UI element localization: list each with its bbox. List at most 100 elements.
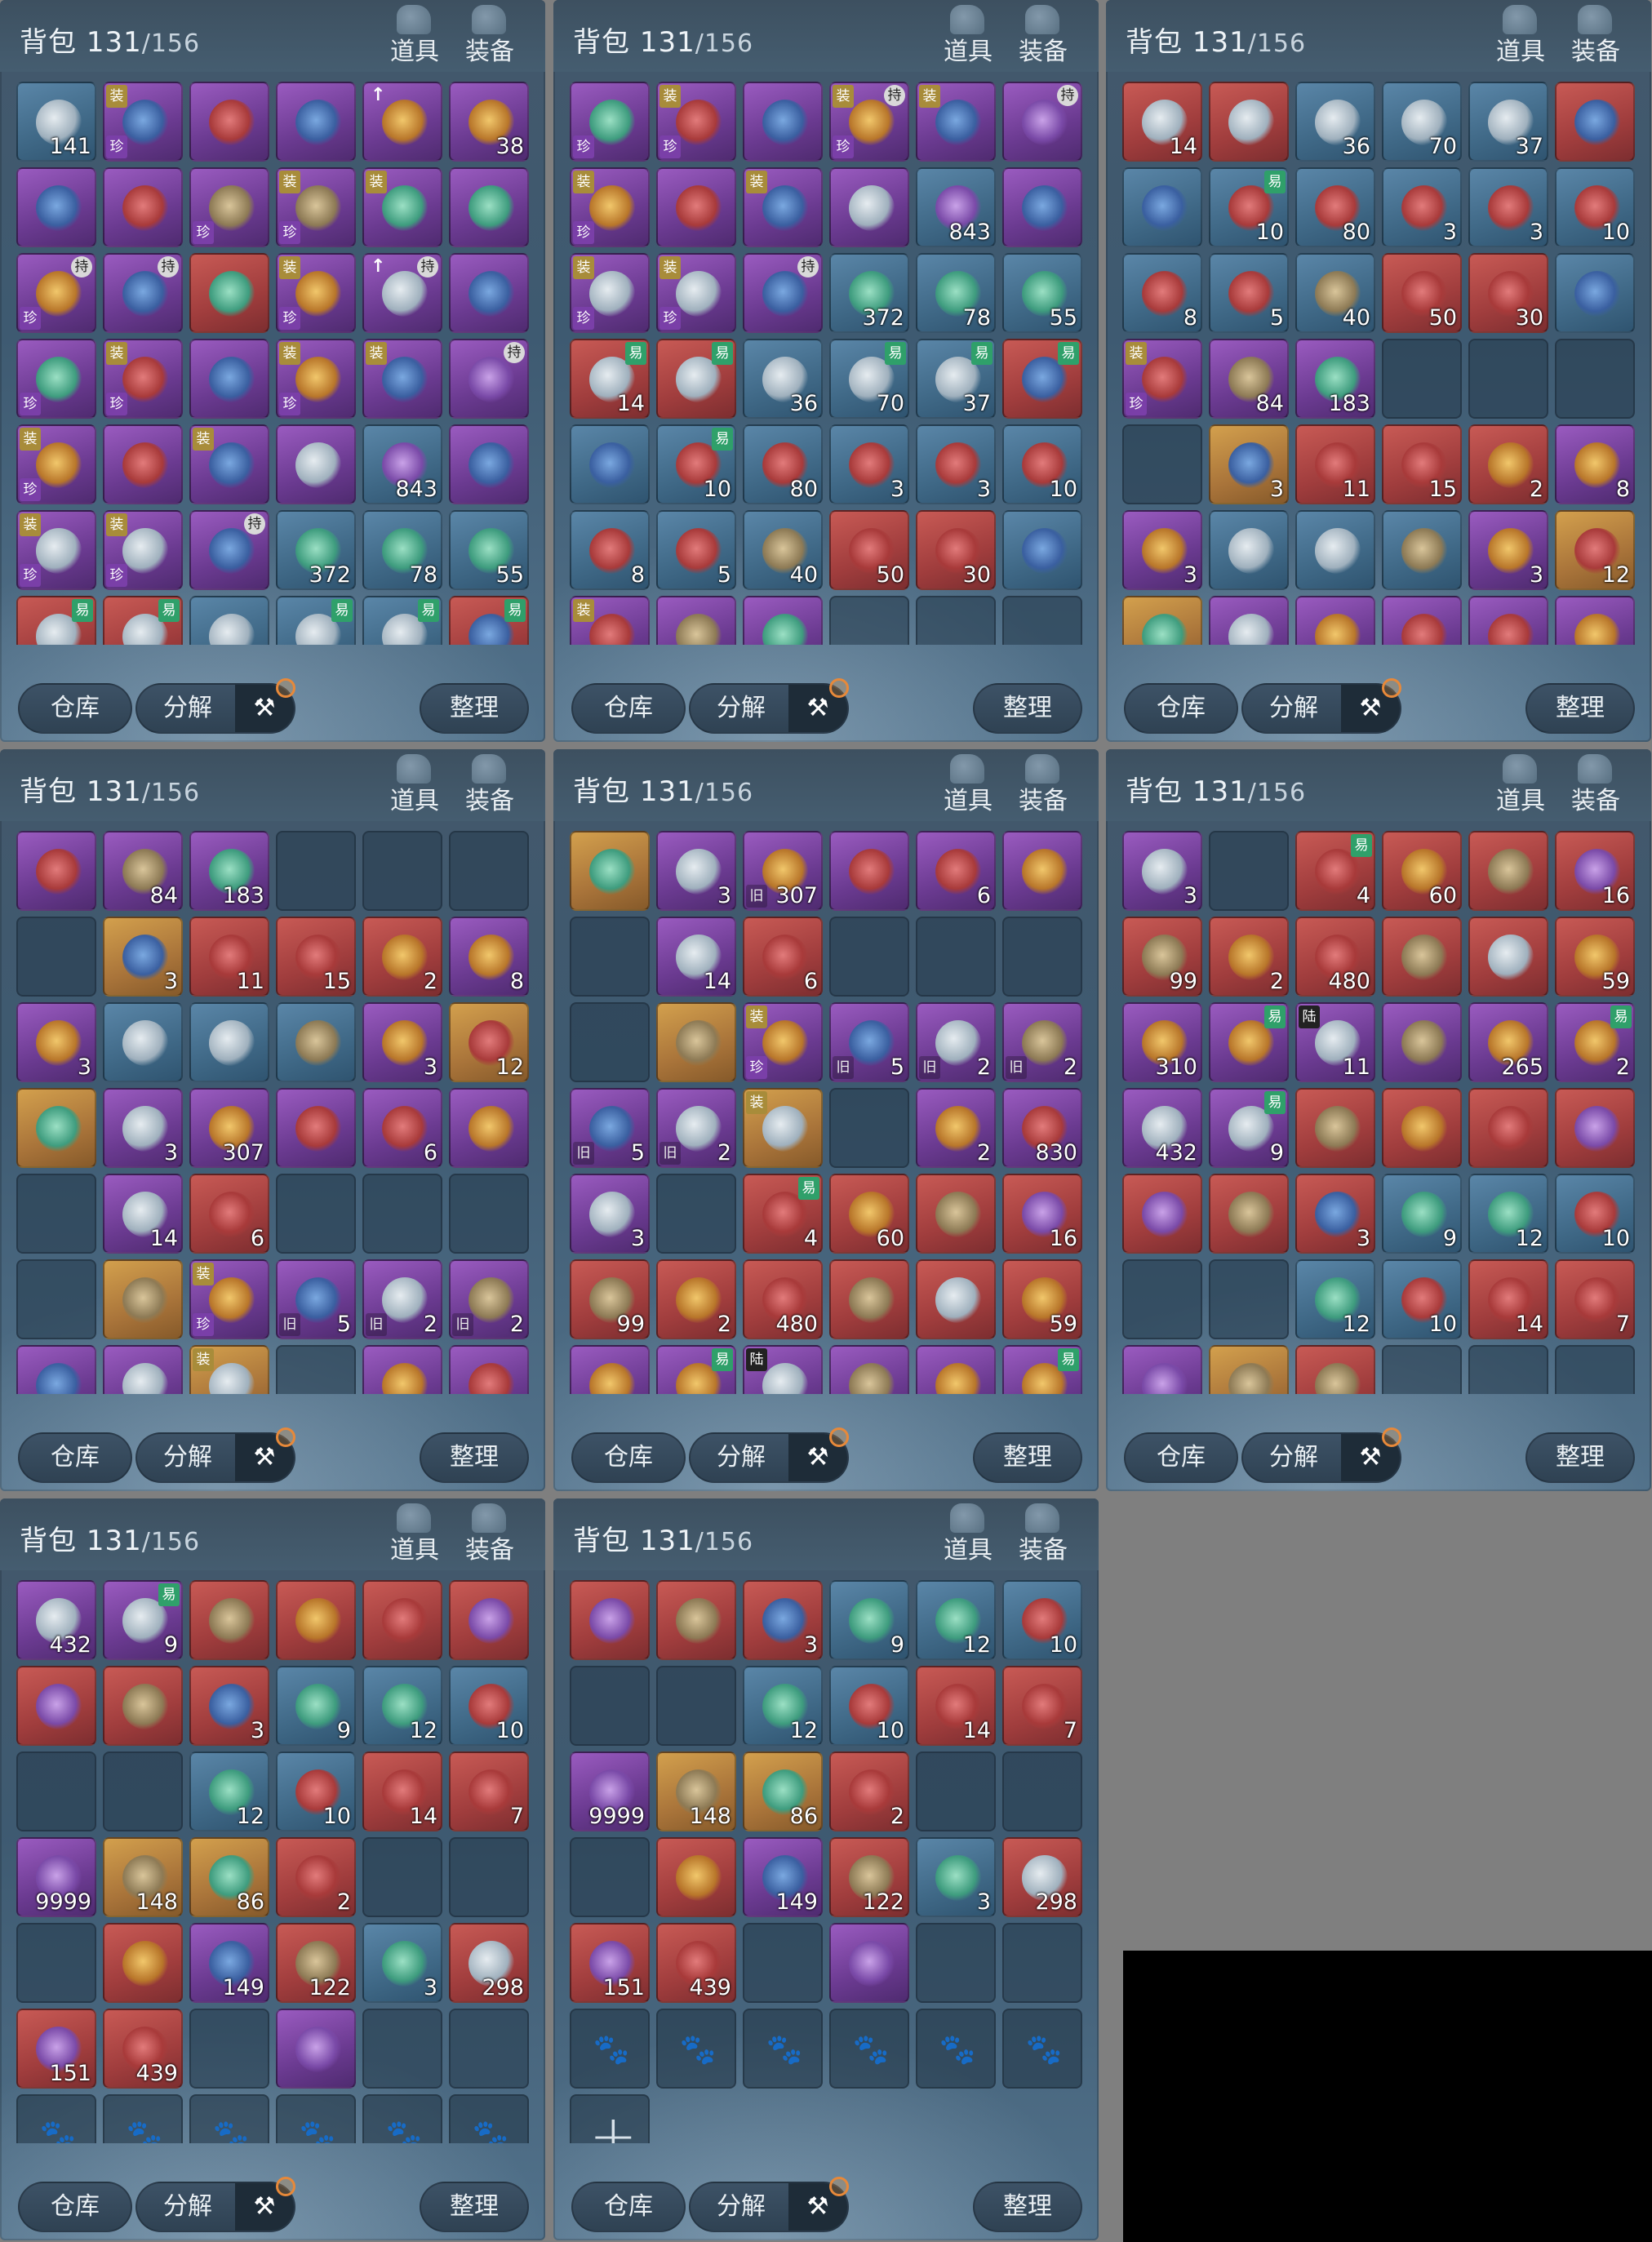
empty-slot[interactable] bbox=[570, 1002, 650, 1082]
item-slot[interactable] bbox=[1002, 167, 1082, 247]
item-slot[interactable] bbox=[103, 424, 183, 504]
empty-slot[interactable] bbox=[1002, 596, 1082, 645]
item-slot[interactable]: 307 bbox=[1295, 596, 1375, 645]
empty-slot[interactable] bbox=[570, 1837, 650, 1917]
item-slot[interactable]: 38 bbox=[449, 82, 529, 162]
item-slot[interactable]: 16 bbox=[1555, 831, 1635, 911]
item-slot[interactable]: 99 bbox=[1122, 917, 1202, 997]
item-slot[interactable] bbox=[1209, 510, 1289, 590]
item-slot[interactable]: 11 bbox=[189, 917, 269, 997]
locked-slot[interactable]: 🐾 bbox=[449, 2094, 529, 2143]
decompose-button[interactable]: 分解 ⚒ bbox=[689, 678, 849, 734]
item-slot[interactable] bbox=[16, 1088, 96, 1168]
empty-slot[interactable] bbox=[362, 1837, 442, 1917]
item-slot[interactable] bbox=[1209, 82, 1289, 162]
item-slot[interactable]: 珍持 bbox=[16, 253, 96, 333]
item-slot[interactable] bbox=[829, 1345, 909, 1394]
item-slot[interactable]: 80 bbox=[1295, 167, 1375, 247]
item-slot[interactable] bbox=[656, 167, 736, 247]
item-slot[interactable]: 旧5 bbox=[829, 1002, 909, 1082]
tab-equipment[interactable]: 装备 bbox=[1571, 754, 1620, 816]
item-slot[interactable]: 装珍 bbox=[570, 167, 650, 247]
item-slot[interactable] bbox=[1382, 596, 1462, 645]
item-slot[interactable]: 7 bbox=[1555, 1259, 1635, 1339]
item-slot[interactable]: 装 bbox=[362, 339, 442, 419]
item-slot[interactable]: 10 bbox=[1002, 1580, 1082, 1660]
tab-equipment[interactable]: 装备 bbox=[1019, 754, 1068, 816]
item-slot[interactable]: 易 bbox=[656, 339, 736, 419]
item-slot[interactable]: 14 bbox=[1468, 1259, 1548, 1339]
locked-slot[interactable]: 🐾 bbox=[103, 2094, 183, 2143]
item-slot[interactable] bbox=[1555, 82, 1635, 162]
item-slot[interactable] bbox=[189, 596, 269, 645]
item-slot[interactable]: 旧2 bbox=[449, 1259, 529, 1339]
item-slot[interactable]: 151 bbox=[570, 1923, 650, 2003]
item-slot[interactable]: 珍 bbox=[570, 82, 650, 162]
item-slot[interactable]: 310 bbox=[570, 1345, 650, 1394]
item-slot[interactable]: 50 bbox=[829, 510, 909, 590]
tab-items[interactable]: 道具 bbox=[944, 5, 993, 67]
item-slot[interactable]: 3 bbox=[743, 1580, 823, 1660]
empty-slot[interactable] bbox=[570, 1666, 650, 1746]
item-slot[interactable]: 7 bbox=[1002, 1666, 1082, 1746]
tab-items[interactable]: 道具 bbox=[390, 1503, 439, 1565]
locked-slot[interactable]: 🐾 bbox=[656, 2009, 736, 2089]
item-slot[interactable]: 旧2 bbox=[656, 1088, 736, 1168]
item-slot[interactable]: 480 bbox=[1295, 917, 1375, 997]
empty-slot[interactable] bbox=[1382, 339, 1462, 419]
item-slot[interactable]: 2 bbox=[276, 1837, 356, 1917]
item-slot[interactable]: 易 bbox=[1209, 1002, 1289, 1082]
item-slot[interactable]: 10 bbox=[276, 1751, 356, 1831]
sort-button[interactable]: 整理 bbox=[973, 1432, 1082, 1483]
item-slot[interactable]: 装珍 bbox=[103, 510, 183, 590]
item-slot[interactable]: 843 bbox=[916, 167, 996, 247]
item-slot[interactable]: 30 bbox=[1468, 253, 1548, 333]
item-slot[interactable]: 装 bbox=[743, 1088, 823, 1168]
item-slot[interactable]: 旧2 bbox=[916, 1002, 996, 1082]
tab-items[interactable]: 道具 bbox=[944, 754, 993, 816]
item-slot[interactable] bbox=[276, 1002, 356, 1082]
tab-items[interactable]: 道具 bbox=[1496, 754, 1545, 816]
item-slot[interactable]: 易 70 bbox=[829, 339, 909, 419]
item-slot[interactable]: 298 bbox=[449, 1923, 529, 2003]
locked-slot[interactable]: 🐾 bbox=[189, 2094, 269, 2143]
item-slot[interactable] bbox=[103, 1002, 183, 1082]
empty-slot[interactable] bbox=[449, 2009, 529, 2089]
item-slot[interactable] bbox=[743, 82, 823, 162]
item-slot[interactable]: 3 bbox=[1122, 510, 1202, 590]
warehouse-button[interactable]: 仓库 bbox=[571, 1432, 686, 1483]
item-slot[interactable]: 旧5 bbox=[276, 1259, 356, 1339]
item-slot[interactable] bbox=[1122, 1345, 1202, 1394]
tab-items[interactable]: 道具 bbox=[1496, 5, 1545, 67]
item-slot[interactable]: 易 bbox=[16, 596, 96, 645]
tab-equipment[interactable]: 装备 bbox=[465, 1503, 514, 1565]
item-slot[interactable]: 易4 bbox=[1295, 831, 1375, 911]
item-slot[interactable]: 148 bbox=[103, 1837, 183, 1917]
item-slot[interactable]: 3 bbox=[362, 1923, 442, 2003]
item-slot[interactable] bbox=[16, 167, 96, 247]
item-slot[interactable]: 易4 bbox=[743, 1174, 823, 1254]
empty-slot[interactable] bbox=[449, 831, 529, 911]
item-slot[interactable]: 装珍 bbox=[189, 1259, 269, 1339]
item-slot[interactable]: 10 bbox=[449, 1666, 529, 1746]
tab-equipment[interactable]: 装备 bbox=[1019, 5, 1068, 67]
item-slot[interactable] bbox=[1382, 510, 1462, 590]
expand-slot-plus-icon[interactable]: + bbox=[589, 2102, 637, 2143]
decompose-button[interactable]: 分解 ⚒ bbox=[689, 1427, 849, 1483]
item-slot[interactable] bbox=[16, 1666, 96, 1746]
item-slot[interactable]: 12 bbox=[1555, 510, 1635, 590]
item-slot[interactable]: 70 bbox=[1382, 82, 1462, 162]
item-slot[interactable]: 装珍 bbox=[570, 253, 650, 333]
item-slot[interactable]: 3 bbox=[570, 1174, 650, 1254]
item-slot[interactable] bbox=[570, 424, 650, 504]
item-slot[interactable]: 183 bbox=[189, 831, 269, 911]
item-slot[interactable]: 55 bbox=[449, 510, 529, 590]
item-slot[interactable]: 6 bbox=[362, 1088, 442, 1168]
item-slot[interactable]: 旧2 bbox=[362, 1259, 442, 1339]
item-slot[interactable]: 60 bbox=[1382, 831, 1462, 911]
item-slot[interactable]: 3 bbox=[189, 1666, 269, 1746]
empty-slot[interactable] bbox=[16, 1923, 96, 2003]
item-slot[interactable]: 3 bbox=[16, 1002, 96, 1082]
item-slot[interactable] bbox=[916, 1174, 996, 1254]
empty-slot[interactable] bbox=[916, 1923, 996, 2003]
